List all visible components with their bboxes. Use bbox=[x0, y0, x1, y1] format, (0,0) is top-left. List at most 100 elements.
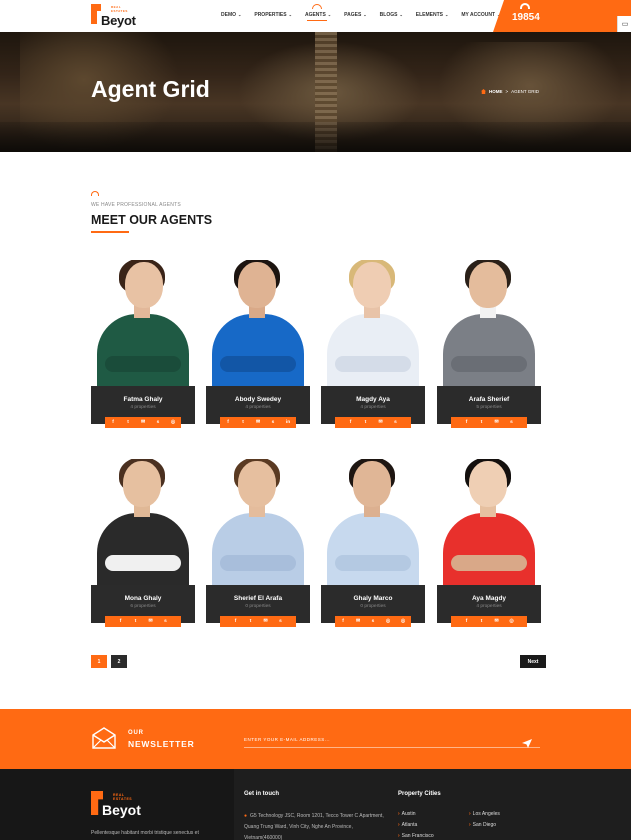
desktop-icon[interactable]: ▭ bbox=[618, 16, 631, 32]
agent-photo[interactable] bbox=[437, 260, 541, 388]
twitter-icon[interactable]: t bbox=[236, 420, 251, 425]
pagination-page-2[interactable]: 2 bbox=[111, 655, 127, 668]
footer-logo[interactable]: REAL ESTATES Beyot bbox=[91, 791, 151, 819]
twitter-icon[interactable]: t bbox=[474, 619, 489, 624]
breadcrumb-current: AGENT GRID bbox=[511, 89, 540, 94]
facebook-icon[interactable]: f bbox=[221, 420, 236, 425]
pinterest-icon[interactable]: ◎ bbox=[381, 619, 396, 624]
email-icon[interactable]: ✉ bbox=[489, 619, 504, 624]
agent-socials: f t ✉ s ◎ bbox=[105, 417, 181, 428]
city-link[interactable]: Los Angeles bbox=[469, 811, 500, 817]
twitter-icon[interactable]: t bbox=[474, 420, 489, 425]
agent-name[interactable]: Sherief El Arafa bbox=[206, 595, 310, 602]
twitter-icon[interactable]: t bbox=[243, 619, 258, 624]
newsletter-section: OUR NEWSLETTER bbox=[0, 709, 631, 769]
skype-icon[interactable]: s bbox=[266, 420, 281, 425]
facebook-icon[interactable]: f bbox=[343, 420, 358, 425]
skype-icon[interactable]: s bbox=[273, 619, 288, 624]
nav-item-my-account[interactable]: MY ACCOUNT ⌄ bbox=[461, 12, 500, 18]
logo-tagline: REAL ESTATES bbox=[113, 793, 133, 801]
email-icon[interactable]: ✉ bbox=[351, 619, 366, 624]
chevron-down-icon: ⌄ bbox=[288, 12, 292, 17]
twitter-icon[interactable]: t bbox=[358, 420, 373, 425]
facebook-icon[interactable]: f bbox=[113, 619, 128, 624]
section-title: MEET OUR AGENTS bbox=[91, 213, 213, 227]
nav-item-elements[interactable]: ELEMENTS ⌄ bbox=[416, 12, 449, 18]
logo-tagline: REAL ESTATES bbox=[111, 5, 128, 13]
phone-box[interactable]: 19854 bbox=[493, 0, 631, 32]
agent-name[interactable]: Arafa Sherief bbox=[437, 396, 541, 403]
agent-name[interactable]: Abody Swedey bbox=[206, 396, 310, 403]
agent-name[interactable]: Mona Ghaly bbox=[91, 595, 195, 602]
skype-icon[interactable]: s bbox=[366, 619, 381, 624]
agent-properties: 0 properties bbox=[245, 604, 271, 609]
logo-mark-icon bbox=[91, 4, 101, 24]
instagram-icon[interactable]: ◎ bbox=[396, 619, 411, 624]
banner-floor bbox=[0, 122, 631, 152]
site-footer: REAL ESTATES Beyot Pellentesque habitant … bbox=[0, 769, 631, 840]
nav-item-pages[interactable]: PAGES ⌄ bbox=[344, 12, 367, 18]
breadcrumb: HOME > AGENT GRID bbox=[481, 89, 539, 94]
site-logo[interactable]: REAL ESTATES Beyot bbox=[91, 4, 141, 28]
agent-name[interactable]: Magdy Aya bbox=[321, 396, 425, 403]
page-title: Agent Grid bbox=[91, 76, 210, 102]
city-link[interactable]: Austin bbox=[398, 811, 416, 817]
nav-item-blogs[interactable]: BLOGS ⌄ bbox=[380, 12, 403, 18]
email-icon[interactable]: ✉ bbox=[251, 420, 266, 425]
agent-properties: 6 properties bbox=[130, 604, 156, 609]
agent-properties: 5 properties bbox=[476, 405, 502, 410]
agent-photo[interactable] bbox=[206, 459, 310, 587]
agent-socials: f t ✉ s in bbox=[220, 417, 296, 428]
agent-properties: 4 properties bbox=[360, 405, 386, 410]
skype-icon[interactable]: s bbox=[158, 619, 173, 624]
pagination-next-button[interactable]: Next bbox=[520, 655, 546, 668]
logo-name: Beyot bbox=[101, 13, 136, 28]
instagram-icon[interactable]: ◎ bbox=[166, 420, 181, 425]
email-icon[interactable]: ✉ bbox=[143, 619, 158, 624]
instagram-icon[interactable]: ◎ bbox=[504, 619, 519, 624]
twitter-icon[interactable]: t bbox=[128, 619, 143, 624]
newsletter-title: NEWSLETTER bbox=[128, 739, 195, 749]
agent-name[interactable]: Fatma Ghaly bbox=[91, 396, 195, 403]
chevron-down-icon: ⌄ bbox=[399, 12, 403, 17]
facebook-icon[interactable]: f bbox=[106, 420, 121, 425]
nav-item-demo[interactable]: DEMO ⌄ bbox=[221, 12, 241, 18]
breadcrumb-home[interactable]: HOME bbox=[489, 89, 503, 94]
linkedin-icon[interactable]: in bbox=[281, 420, 296, 425]
skype-icon[interactable]: s bbox=[388, 420, 403, 425]
skype-icon[interactable]: s bbox=[504, 420, 519, 425]
city-link[interactable]: San Francisco bbox=[398, 833, 434, 839]
envelope-icon bbox=[92, 727, 116, 749]
home-icon bbox=[481, 89, 486, 94]
twitter-icon[interactable]: t bbox=[121, 420, 136, 425]
newsletter-email-input[interactable] bbox=[244, 732, 540, 748]
nav-item-properties[interactable]: PROPERTIES ⌄ bbox=[254, 12, 292, 18]
agent-properties: 0 properties bbox=[360, 604, 386, 609]
agent-name[interactable]: Aya Magdy bbox=[437, 595, 541, 602]
chevron-down-icon: ⌄ bbox=[445, 12, 449, 17]
email-icon[interactable]: ✉ bbox=[489, 420, 504, 425]
agent-photo[interactable] bbox=[91, 459, 195, 587]
newsletter-our: OUR bbox=[128, 730, 144, 736]
section-subtitle: WE HAVE PROFESSIONAL AGENTS bbox=[91, 202, 181, 208]
email-icon[interactable]: ✉ bbox=[373, 420, 388, 425]
facebook-icon[interactable]: f bbox=[459, 619, 474, 624]
facebook-icon[interactable]: f bbox=[336, 619, 351, 624]
nav-item-agents[interactable]: AGENTS ⌄ bbox=[305, 4, 331, 21]
agent-photo[interactable] bbox=[91, 260, 195, 388]
agent-socials: f t ✉ ◎ bbox=[451, 616, 527, 627]
agent-photo[interactable] bbox=[206, 260, 310, 388]
facebook-icon[interactable]: f bbox=[459, 420, 474, 425]
email-icon[interactable]: ✉ bbox=[258, 619, 273, 624]
agent-name[interactable]: Ghaly Marco bbox=[321, 595, 425, 602]
city-link[interactable]: Atlanta bbox=[398, 822, 418, 828]
city-link[interactable]: San Diego bbox=[469, 822, 496, 828]
facebook-icon[interactable]: f bbox=[228, 619, 243, 624]
agent-photo[interactable] bbox=[321, 260, 425, 388]
pagination-page-1[interactable]: 1 bbox=[91, 655, 107, 668]
page-banner: Agent Grid HOME > AGENT GRID bbox=[0, 32, 631, 152]
skype-icon[interactable]: s bbox=[151, 420, 166, 425]
email-icon[interactable]: ✉ bbox=[136, 420, 151, 425]
agent-photo[interactable] bbox=[437, 459, 541, 587]
agent-photo[interactable] bbox=[321, 459, 425, 587]
